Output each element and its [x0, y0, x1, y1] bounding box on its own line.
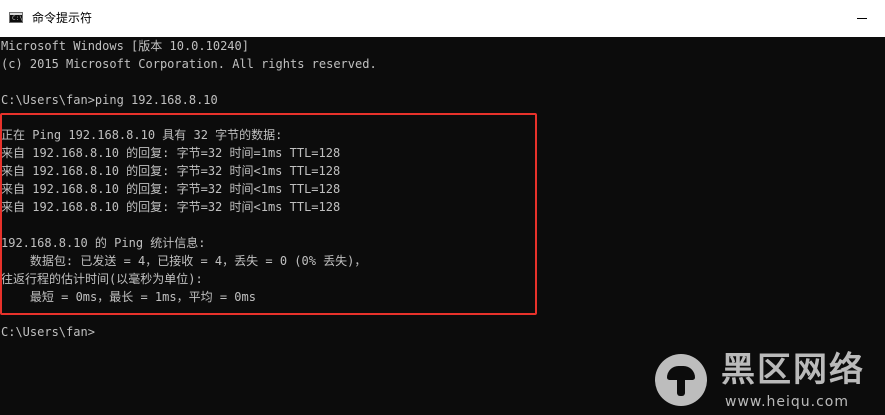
- watermark-url: www.heiqu.com: [725, 394, 850, 410]
- console-line: 最短 = 0ms，最长 = 1ms，平均 = 0ms: [1, 290, 256, 304]
- console-line: (c) 2015 Microsoft Corporation. All righ…: [1, 57, 377, 71]
- command-prompt-window: C:\ 命令提示符 Microsoft Windows [版本 10.0.102…: [0, 0, 885, 415]
- console-line: C:\Users\fan>ping 192.168.8.10: [1, 93, 218, 107]
- cmd-console-icon-glyph: C:\: [12, 15, 23, 22]
- console-line: 192.168.8.10 的 Ping 统计信息:: [1, 236, 206, 250]
- console-line: 往返行程的估计时间(以毫秒为单位):: [1, 272, 203, 286]
- console-line: 数据包: 已发送 = 4，已接收 = 4，丢失 = 0 (0% 丢失)，: [1, 254, 367, 268]
- console-line: 来自 192.168.8.10 的回复: 字节=32 时间<1ms TTL=12…: [1, 164, 341, 178]
- console-line: 来自 192.168.8.10 的回复: 字节=32 时间<1ms TTL=12…: [1, 200, 341, 214]
- title-bar[interactable]: C:\ 命令提示符: [0, 0, 885, 37]
- cmd-console-icon: C:\: [9, 12, 23, 23]
- minimize-button[interactable]: [839, 0, 885, 30]
- mushroom-logo-stem: [677, 378, 685, 396]
- console-line: Microsoft Windows [版本 10.0.10240]: [1, 39, 249, 53]
- watermark: 黑区网络 www.heiqu.com: [655, 346, 883, 415]
- minimize-icon: [857, 18, 867, 19]
- window-title: 命令提示符: [32, 11, 93, 25]
- console-line: 来自 192.168.8.10 的回复: 字节=32 时间<1ms TTL=12…: [1, 182, 341, 196]
- watermark-title: 黑区网络: [721, 350, 865, 390]
- mushroom-logo-icon: [655, 354, 707, 406]
- console-line: 来自 192.168.8.10 的回复: 字节=32 时间=1ms TTL=12…: [1, 146, 341, 160]
- console-line: 正在 Ping 192.168.8.10 具有 32 字节的数据:: [1, 128, 283, 142]
- console-line: C:\Users\fan>: [1, 325, 95, 339]
- console-output-area[interactable]: Microsoft Windows [版本 10.0.10240] (c) 20…: [0, 37, 885, 415]
